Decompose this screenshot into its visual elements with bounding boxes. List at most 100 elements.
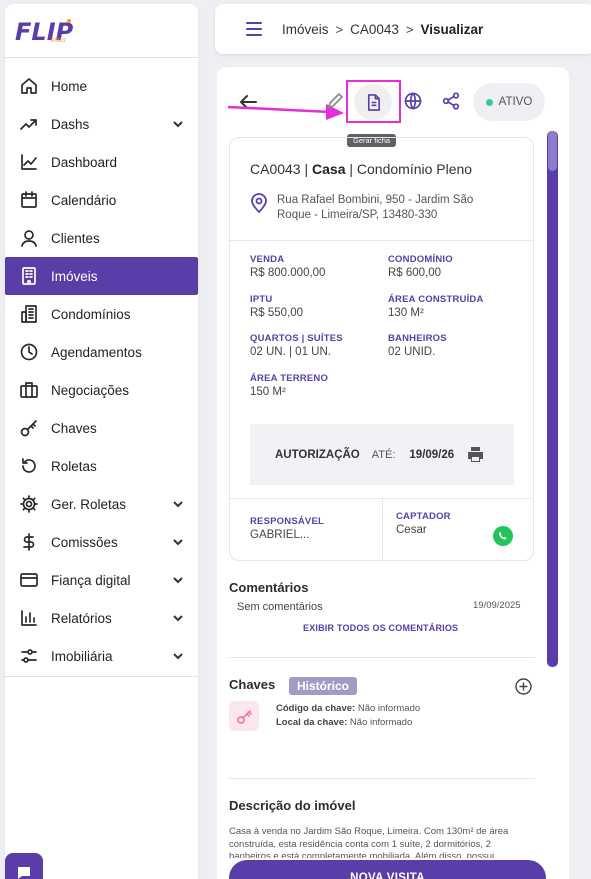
sidebar-item-negociacoes[interactable]: Negociações bbox=[5, 371, 198, 409]
gear-icon bbox=[20, 495, 38, 513]
field-captador: CAPTADOR Cesar bbox=[396, 511, 451, 536]
add-key-icon[interactable] bbox=[515, 678, 532, 695]
sidebar-item-label: Home bbox=[51, 78, 88, 94]
sidebar: FLIP effect Home Dashs Dashboard Calendário… bbox=[5, 4, 198, 879]
field-quartos: QUARTOS | SUÍTES 02 UN. | 01 UN. bbox=[250, 333, 343, 358]
field-iptu: IPTU R$ 550,00 bbox=[250, 294, 304, 319]
logo[interactable]: FLIP effect bbox=[15, 18, 73, 48]
authorization-until: ATÉ: bbox=[371, 448, 396, 461]
trending-up-icon bbox=[20, 115, 38, 133]
authorization-date: 19/09/26 bbox=[409, 448, 455, 461]
sidebar-item-fianca-digital[interactable]: Fiança digital bbox=[5, 561, 198, 599]
chevron-down-icon[interactable] bbox=[172, 536, 184, 548]
breadcrumb-current: Visualizar bbox=[420, 21, 484, 37]
property-panel: Gerar ficha ATIVO CA0043 | Casa | Condom… bbox=[217, 67, 569, 879]
history-button[interactable]: Histórico bbox=[289, 677, 358, 695]
sidebar-item-label: Dashs bbox=[51, 116, 90, 132]
sidebar-item-ger-roletas[interactable]: Ger. Roletas bbox=[5, 485, 198, 523]
highlight-box bbox=[346, 80, 401, 123]
authorization-box: AUTORIZAÇÃO ATÉ: 19/09/26 bbox=[250, 424, 514, 485]
chevron-down-icon[interactable] bbox=[172, 650, 184, 662]
sidebar-item-home[interactable]: Home bbox=[5, 67, 198, 105]
sidebar-menu: Home Dashs Dashboard Calendário Clientes Imóv… bbox=[5, 67, 198, 675]
breadcrumb-separator: > bbox=[335, 21, 344, 37]
edit-pencil-icon[interactable] bbox=[324, 90, 346, 112]
section-divider bbox=[229, 657, 535, 658]
breadcrumb-code[interactable]: CA0043 bbox=[350, 22, 399, 37]
scrollbar[interactable] bbox=[547, 131, 558, 667]
calendar-icon bbox=[20, 191, 38, 209]
scrollbar-thumb[interactable] bbox=[547, 131, 558, 667]
sidebar-item-label: Dashboard bbox=[51, 154, 118, 170]
sidebar-item-roletas[interactable]: Roletas bbox=[5, 447, 198, 485]
show-all-comments-link[interactable]: EXIBIR TODOS OS COMENTÁRIOS bbox=[303, 623, 458, 633]
sidebar-item-condominios[interactable]: Condomínios bbox=[5, 295, 198, 333]
comments-date: 19/09/2025 bbox=[473, 600, 521, 611]
section-divider bbox=[229, 778, 535, 779]
condominium-icon bbox=[20, 305, 38, 323]
menu-toggle-icon[interactable] bbox=[246, 22, 262, 36]
sidebar-item-calendario[interactable]: Calendário bbox=[5, 181, 198, 219]
sidebar-item-label: Ger. Roletas bbox=[51, 496, 127, 512]
globe-icon[interactable] bbox=[402, 90, 424, 112]
property-address: Rua Rafael Bombini, 950 - Jardim São Roq… bbox=[250, 193, 497, 223]
breadcrumb-imoveis[interactable]: Imóveis bbox=[282, 22, 329, 37]
sidebar-item-label: Imóveis bbox=[51, 268, 98, 284]
rotate-icon bbox=[20, 457, 38, 475]
keys-title: Chaves bbox=[229, 677, 276, 692]
chat-button[interactable] bbox=[5, 853, 43, 879]
action-bar: Gerar ficha ATIVO bbox=[217, 67, 569, 147]
field-area-terreno: ÁREA TERRENO 150 M² bbox=[250, 373, 329, 398]
chat-icon bbox=[18, 867, 30, 879]
top-bar: Imóveis > CA0043 > Visualizar bbox=[215, 4, 591, 54]
briefcase-icon bbox=[20, 381, 38, 399]
sidebar-item-label: Chaves bbox=[51, 420, 97, 436]
sidebar-divider bbox=[5, 57, 198, 58]
breadcrumb-separator: > bbox=[405, 21, 414, 37]
logo-subtitle: effect bbox=[51, 38, 66, 44]
field-venda: VENDA R$ 800.000,00 bbox=[250, 254, 326, 279]
sidebar-item-relatorios[interactable]: Relatórios bbox=[5, 599, 198, 637]
breadcrumb: Imóveis > CA0043 > Visualizar bbox=[282, 22, 483, 37]
sidebar-item-clientes[interactable]: Clientes bbox=[5, 219, 198, 257]
bar-chart-icon bbox=[20, 609, 38, 627]
new-visit-button[interactable]: NOVA VISITA bbox=[229, 860, 546, 879]
sidebar-item-imoveis[interactable]: Imóveis bbox=[5, 257, 198, 295]
sidebar-item-comissoes[interactable]: Comissões bbox=[5, 523, 198, 561]
field-responsavel: RESPONSÁVEL GABRIEL... bbox=[250, 516, 324, 541]
sidebar-item-chaves[interactable]: Chaves bbox=[5, 409, 198, 447]
sidebar-item-label: Comissões bbox=[51, 534, 118, 550]
clock-icon bbox=[20, 343, 38, 361]
building-icon bbox=[20, 267, 38, 285]
credit-card-icon bbox=[20, 571, 38, 589]
print-icon[interactable] bbox=[467, 446, 484, 463]
chevron-down-icon[interactable] bbox=[172, 574, 184, 586]
description-title: Descrição do imóvel bbox=[229, 798, 356, 813]
card-divider bbox=[230, 240, 533, 241]
sidebar-item-label: Roletas bbox=[51, 458, 97, 474]
property-card: CA0043 | Casa | Condomínio Pleno Rua Raf… bbox=[229, 137, 534, 561]
sidebar-item-label: Calendário bbox=[51, 192, 117, 208]
address-text: Rua Rafael Bombini, 950 - Jardim São Roq… bbox=[277, 194, 474, 221]
key-icon bbox=[20, 419, 38, 437]
sidebar-item-label: Imobiliária bbox=[51, 648, 113, 664]
chevron-down-icon[interactable] bbox=[172, 612, 184, 624]
status-badge[interactable]: ATIVO bbox=[473, 83, 545, 121]
share-icon[interactable] bbox=[440, 90, 462, 112]
logo-dot bbox=[67, 19, 71, 23]
user-icon bbox=[20, 229, 38, 247]
whatsapp-icon[interactable] bbox=[493, 526, 513, 546]
field-condominio: CONDOMÍNIO R$ 600,00 bbox=[388, 254, 453, 279]
sidebar-item-label: Relatórios bbox=[51, 610, 112, 626]
key-icon bbox=[236, 709, 252, 724]
sidebar-item-dashboard[interactable]: Dashboard bbox=[5, 143, 198, 181]
chevron-down-icon[interactable] bbox=[172, 118, 184, 130]
field-area-construida: ÁREA CONSTRUÍDA 130 M² bbox=[388, 294, 484, 319]
sidebar-item-agendamentos[interactable]: Agendamentos bbox=[5, 333, 198, 371]
field-banheiros: BANHEIROS 02 UNID. bbox=[388, 333, 447, 358]
home-icon bbox=[20, 77, 38, 95]
sidebar-item-imobiliaria[interactable]: Imobiliária bbox=[5, 637, 198, 675]
chevron-down-icon[interactable] bbox=[172, 498, 184, 510]
sidebar-item-dashs[interactable]: Dashs bbox=[5, 105, 198, 143]
scrollbar-thumb-top bbox=[548, 131, 557, 171]
